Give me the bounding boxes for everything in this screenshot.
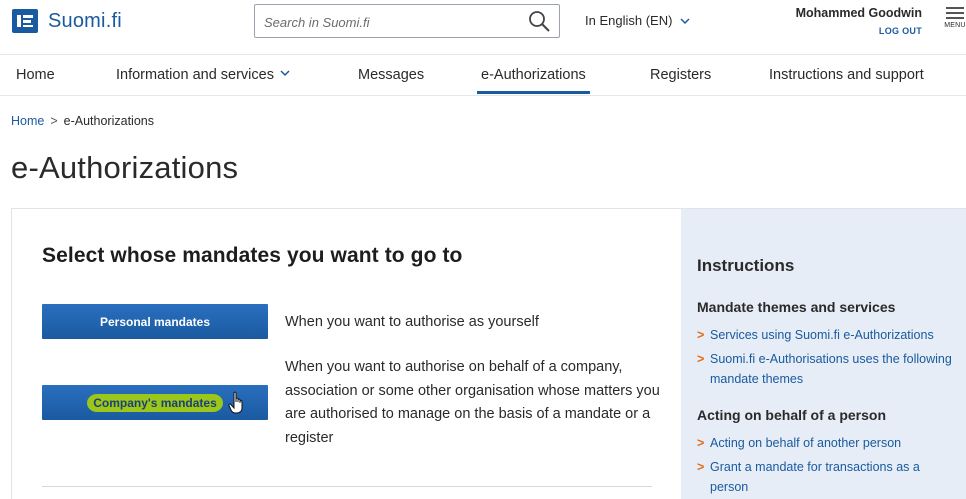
nav-item-registers[interactable]: Registers (650, 67, 711, 83)
page-title: e-Authorizations (11, 150, 239, 185)
hamburger-icon (944, 7, 966, 19)
suomi-fi-logo-icon (12, 9, 38, 33)
chevron-down-icon (680, 17, 690, 24)
logo-text: Suomi.fi (48, 9, 122, 32)
hand-cursor-icon (228, 391, 243, 414)
company-mandates-description: When you want to authorise on behalf of … (285, 359, 660, 446)
mandate-selection-main: Select whose mandates you want to go to … (12, 209, 681, 499)
breadcrumb-current: e-Authorizations (63, 114, 154, 128)
nav-item-information-and-services[interactable]: Information and services (116, 67, 290, 83)
nav-item-messages[interactable]: Messages (358, 67, 424, 83)
mandate-themes-heading: Mandate themes and services (697, 299, 896, 315)
user-name: Mohammed Goodwin (795, 6, 922, 20)
grant-mandate-link[interactable]: > Grant a mandate for transactions as a p… (697, 457, 959, 497)
instructions-title: Instructions (697, 256, 795, 275)
search-box[interactable] (254, 4, 560, 38)
mandate-themes-link[interactable]: > Suomi.fi e-Authorisations uses the foll… (697, 349, 959, 389)
chevron-right-icon: > (697, 436, 705, 450)
breadcrumb-separator: > (50, 114, 58, 128)
link-label: Acting on behalf of another person (710, 436, 902, 450)
nav-item-label: Information and services (116, 67, 274, 83)
chevron-right-icon: > (697, 352, 705, 366)
menu-label: MENU (944, 22, 966, 29)
language-label: In English (EN) (585, 13, 673, 28)
breadcrumb: Home > e-Authorizations (11, 114, 154, 128)
search-icon[interactable] (527, 9, 551, 33)
services-using-e-authorizations-link[interactable]: > Services using Suomi.fi e-Authorization… (697, 325, 959, 345)
chevron-right-icon: > (697, 460, 705, 474)
logout-link[interactable]: LOG OUT (796, 26, 922, 36)
link-label: Services using Suomi.fi e-Authorizations (710, 328, 934, 342)
language-selector[interactable]: In English (EN) (585, 13, 690, 28)
menu-button[interactable]: MENU (944, 4, 966, 29)
acting-on-behalf-link[interactable]: > Acting on behalf of another person (697, 433, 959, 453)
nav-item-home[interactable]: Home (16, 67, 55, 83)
divider (42, 486, 652, 487)
nav-item-instructions-and-support[interactable]: Instructions and support (769, 67, 924, 83)
company-mandates-label: Company's mandates (87, 393, 223, 412)
search-input[interactable] (264, 11, 514, 33)
chevron-right-icon: > (697, 328, 705, 342)
suomi-fi-logo[interactable]: Suomi.fi (12, 9, 122, 33)
mandate-selection-heading: Select whose mandates you want to go to (42, 244, 463, 267)
link-label: Grant a mandate for transactions as a pe… (710, 460, 920, 494)
main-navigation: Home Information and services Messages e… (0, 54, 966, 96)
user-info: Mohammed Goodwin LOG OUT (796, 6, 922, 36)
site-header: Suomi.fi In English (EN) Mohammed Goodwi… (0, 0, 966, 54)
personal-mandates-button[interactable]: Personal mandates (42, 304, 268, 339)
breadcrumb-home-link[interactable]: Home (11, 114, 44, 128)
acting-on-behalf-heading: Acting on behalf of a person (697, 407, 887, 423)
mandate-selection-card: Select whose mandates you want to go to … (11, 208, 966, 499)
chevron-down-icon (280, 70, 290, 77)
nav-item-e-authorizations[interactable]: e-Authorizations (477, 67, 590, 94)
link-label: Suomi.fi e-Authorisations uses the follo… (710, 352, 952, 386)
instructions-sidebar: Instructions Mandate themes and services… (681, 209, 966, 499)
personal-mandates-description: When you want to authorise as yourself (285, 314, 539, 330)
